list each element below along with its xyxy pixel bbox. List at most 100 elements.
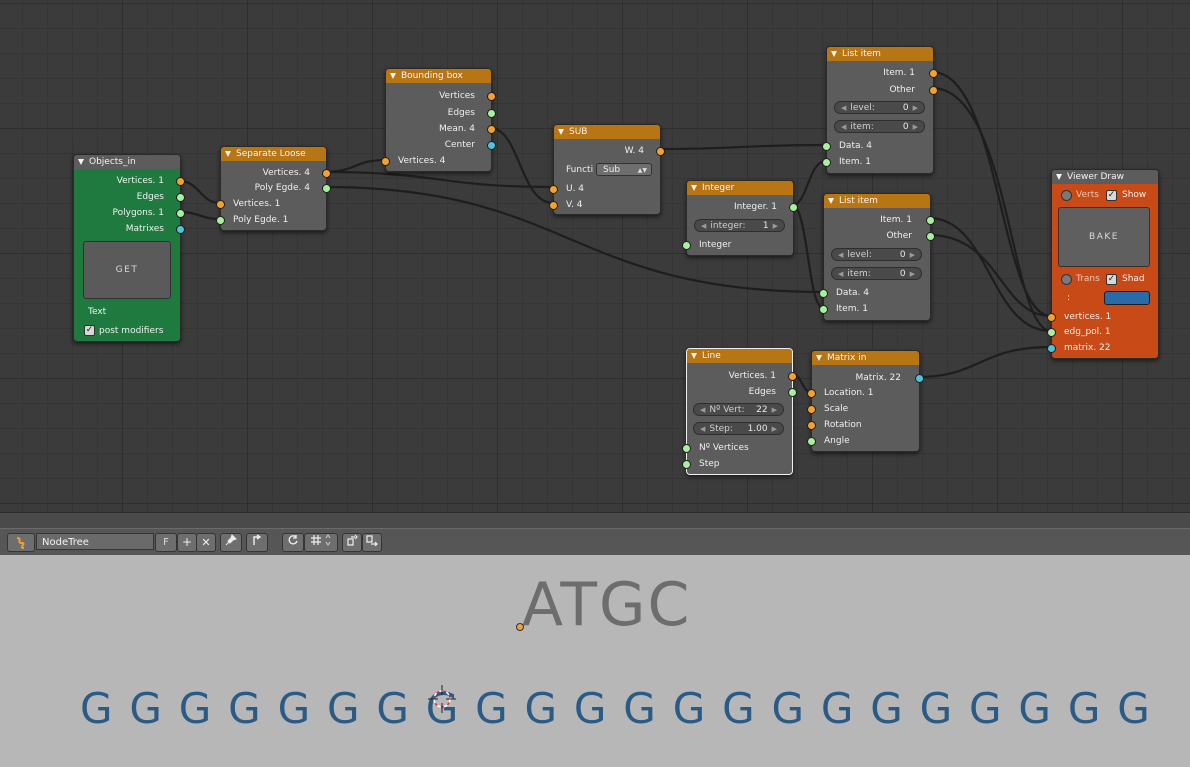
shad-checkbox[interactable]: ✓: [1106, 274, 1117, 285]
fake-user-button[interactable]: F: [155, 533, 177, 552]
node-sub[interactable]: SUB W. 4 Functi Sub ▲▼ U. 4 V. 4: [549, 124, 665, 215]
node-header[interactable]: List item: [824, 194, 930, 208]
input-socket[interactable]: [819, 289, 828, 298]
node-list-item[interactable]: List item Item. 1 Other ◀ level: 0 ▶ ◀ item:…: [822, 46, 938, 174]
arrow-right-icon[interactable]: ▶: [910, 270, 915, 278]
item-field[interactable]: ◀ item: 0 ▶: [834, 120, 925, 133]
trans-toggle[interactable]: [1061, 274, 1072, 285]
pin-icon[interactable]: [220, 533, 242, 552]
collapse-triangle-icon[interactable]: [828, 198, 834, 204]
input-socket[interactable]: [822, 142, 831, 151]
node-header[interactable]: Separate Loose: [221, 147, 326, 161]
node-header[interactable]: Viewer Draw: [1052, 170, 1158, 184]
snap-icon[interactable]: [304, 533, 338, 552]
input-socket[interactable]: [682, 460, 691, 469]
node-separate-loose[interactable]: Separate Loose Vertices. 4 Poly Egde. 4 …: [216, 146, 331, 231]
arrow-left-icon[interactable]: ◀: [841, 123, 846, 131]
show-checkbox[interactable]: ✓: [1106, 190, 1117, 201]
input-socket[interactable]: [381, 157, 390, 166]
input-socket[interactable]: [1047, 313, 1056, 322]
output-socket[interactable]: [487, 92, 496, 101]
output-socket[interactable]: [176, 225, 185, 234]
node-header[interactable]: Line: [687, 349, 792, 363]
input-socket[interactable]: [682, 444, 691, 453]
color-swatch[interactable]: [1104, 291, 1150, 305]
get-button[interactable]: GET: [83, 241, 171, 299]
node-viewer-draw[interactable]: Viewer Draw Verts ✓ Show BAKE Trans ✓ Sh…: [1047, 169, 1159, 359]
collapse-triangle-icon[interactable]: [691, 353, 697, 359]
new-tree-button[interactable]: +: [177, 533, 197, 552]
area-divider[interactable]: [0, 512, 1190, 529]
arrow-left-icon[interactable]: ◀: [701, 222, 706, 230]
node-header[interactable]: SUB: [554, 125, 660, 139]
input-socket[interactable]: [1047, 344, 1056, 353]
collapse-triangle-icon[interactable]: [816, 355, 822, 361]
node-line[interactable]: Line Vertices. 1 Edges ◀ Nº Vert: 22 ▶ ◀ Ste…: [682, 348, 797, 475]
collapse-triangle-icon[interactable]: [225, 151, 231, 157]
output-socket[interactable]: [176, 177, 185, 186]
copy-nodes-icon[interactable]: [342, 533, 362, 552]
arrow-right-icon[interactable]: ▶: [773, 222, 778, 230]
output-socket[interactable]: [788, 372, 797, 381]
output-socket[interactable]: [487, 109, 496, 118]
node-header[interactable]: Objects_in: [74, 155, 180, 169]
arrow-right-icon[interactable]: ▶: [772, 425, 777, 433]
node-header[interactable]: Integer: [687, 181, 793, 195]
arrow-left-icon[interactable]: ◀: [700, 406, 705, 414]
input-socket[interactable]: [822, 158, 831, 167]
node-header[interactable]: Matrix in: [812, 351, 919, 365]
output-socket[interactable]: [487, 141, 496, 150]
collapse-triangle-icon[interactable]: [390, 73, 396, 79]
unlink-tree-button[interactable]: ✕: [196, 533, 216, 552]
output-socket[interactable]: [176, 193, 185, 202]
verts-toggle[interactable]: [1061, 190, 1072, 201]
output-socket[interactable]: [788, 388, 797, 397]
collapse-triangle-icon[interactable]: [1056, 174, 1062, 180]
input-socket[interactable]: [807, 389, 816, 398]
input-socket[interactable]: [549, 185, 558, 194]
node-header[interactable]: List item: [827, 47, 933, 61]
atgc-text-object[interactable]: ATGC: [522, 573, 691, 637]
node-list-item[interactable]: List item Item. 1 Other ◀ level: 0 ▶ ◀ item:…: [819, 193, 935, 321]
parent-tree-icon[interactable]: [246, 533, 268, 552]
editor-type-menu[interactable]: [7, 533, 35, 552]
node-objects-in[interactable]: Objects_in Vertices. 1 Edges Polygons. 1…: [73, 154, 185, 342]
paste-nodes-icon[interactable]: [362, 533, 382, 552]
item-field[interactable]: ◀ item: 0 ▶: [831, 267, 922, 280]
3d-cursor-icon[interactable]: [428, 685, 456, 713]
arrow-right-icon[interactable]: ▶: [913, 104, 918, 112]
output-socket[interactable]: [915, 374, 924, 383]
node-integer[interactable]: Integer Integer. 1 ◀ integer: 1 ▶ Integer: [682, 180, 798, 256]
node-matrix-in[interactable]: Matrix in Matrix. 22 Location. 1 Scale R…: [807, 350, 924, 452]
input-socket[interactable]: [216, 216, 225, 225]
output-socket[interactable]: [789, 203, 798, 212]
g-letter-row[interactable]: GGGGGGGGGGGGGGGGGGGGGG: [80, 685, 1167, 733]
input-socket[interactable]: [807, 437, 816, 446]
collapse-triangle-icon[interactable]: [691, 185, 697, 191]
collapse-triangle-icon[interactable]: [831, 51, 837, 57]
input-socket[interactable]: [819, 305, 828, 314]
output-socket[interactable]: [926, 216, 935, 225]
output-socket[interactable]: [176, 209, 185, 218]
node-tree-name-field[interactable]: NodeTree: [36, 533, 154, 550]
bake-button[interactable]: BAKE: [1058, 207, 1150, 267]
backdrop-icon[interactable]: [282, 533, 304, 552]
arrow-right-icon[interactable]: ▶: [910, 251, 915, 259]
arrow-left-icon[interactable]: ◀: [838, 251, 843, 259]
integer-field[interactable]: ◀ integer: 1 ▶: [694, 219, 785, 232]
output-socket[interactable]: [322, 169, 331, 178]
output-socket[interactable]: [929, 86, 938, 95]
input-socket[interactable]: [807, 421, 816, 430]
input-socket[interactable]: [807, 405, 816, 414]
collapse-triangle-icon[interactable]: [558, 129, 564, 135]
input-socket[interactable]: [216, 200, 225, 209]
output-socket[interactable]: [322, 184, 331, 193]
node-editor[interactable]: Objects_in Vertices. 1 Edges Polygons. 1…: [0, 0, 1190, 512]
output-socket[interactable]: [656, 147, 665, 156]
arrow-left-icon[interactable]: ◀: [700, 425, 705, 433]
arrow-right-icon[interactable]: ▶: [913, 123, 918, 131]
arrow-right-icon[interactable]: ▶: [772, 406, 777, 414]
level-field[interactable]: ◀ level: 0 ▶: [831, 248, 922, 261]
output-socket[interactable]: [929, 69, 938, 78]
step-field[interactable]: ◀ Step: 1.00 ▶: [693, 422, 784, 435]
